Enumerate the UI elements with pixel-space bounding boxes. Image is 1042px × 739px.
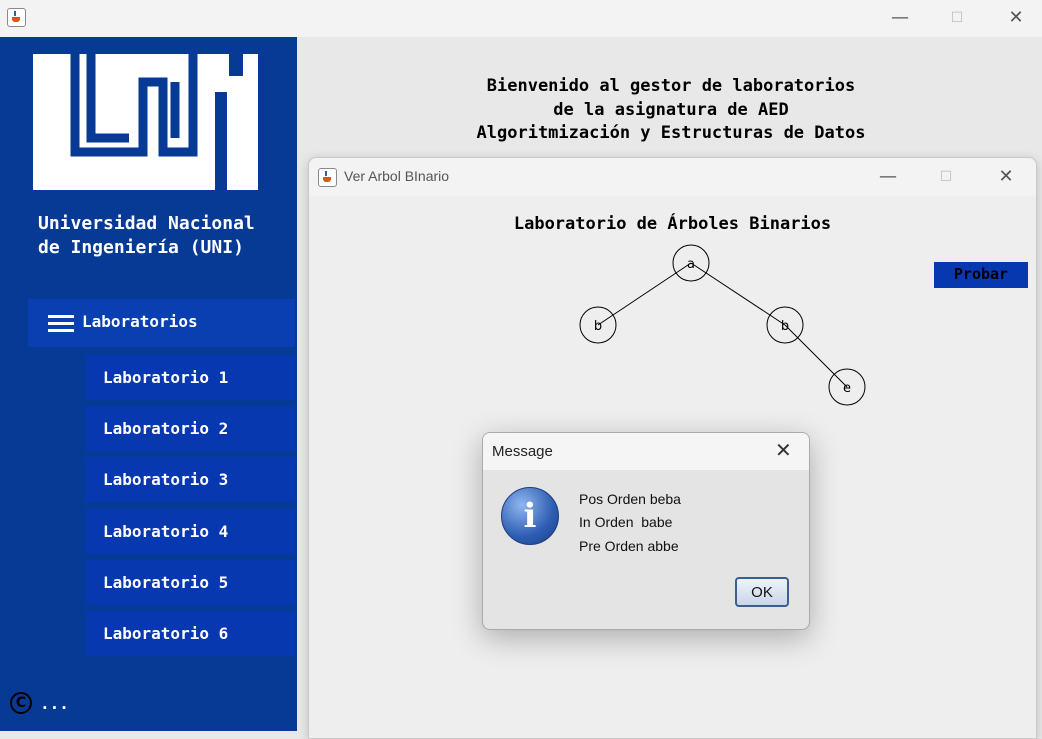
inorder-line: In Orden babe: [579, 514, 673, 530]
sidebar-item-laboratorio-3[interactable]: Laboratorio 3: [85, 457, 295, 502]
sidebar-item-laboratorio-4[interactable]: Laboratorio 4: [85, 509, 295, 554]
copyright-icon: C: [10, 692, 32, 714]
uni-logo-icon: [33, 54, 258, 190]
dialog-close-icon[interactable]: ✕: [775, 438, 792, 462]
uni-logo: [33, 54, 258, 190]
sidebar-item-laboratorio-6[interactable]: Laboratorio 6: [85, 611, 295, 656]
tree-node-label: b: [594, 319, 602, 334]
university-name: Universidad Nacional de Ingeniería (UNI): [38, 213, 255, 258]
tree-node-label: e: [843, 381, 851, 396]
sidebar: Universidad Nacional de Ingeniería (UNI)…: [0, 37, 297, 731]
laboratorios-menu-header[interactable]: Laboratorios: [28, 299, 295, 347]
sidebar-footer: C ...: [10, 692, 69, 714]
main-titlebar: — ☐ ✕: [0, 0, 1042, 37]
info-icon: i: [501, 487, 559, 545]
tree-edge: [784, 324, 848, 388]
welcome-line-1: Bienvenido al gestor de laboratorios: [486, 76, 856, 96]
dialog-title: Message: [492, 443, 553, 460]
menu-header-label: Laboratorios: [82, 312, 198, 331]
ok-button[interactable]: OK: [735, 577, 789, 607]
tree-edge: [597, 262, 692, 326]
message-dialog: Message ✕ i Pos Orden beba In Orden babe…: [482, 432, 810, 630]
java-app-icon: [7, 8, 26, 27]
preorder-line: Pre Orden abbe: [579, 538, 679, 554]
welcome-line-2: de la asignatura de AED: [553, 99, 789, 120]
footer-ellipsis: ...: [40, 693, 69, 713]
welcome-message: Bienvenido al gestor de laboratorios de …: [300, 75, 1042, 146]
tree-node-label: a: [687, 257, 695, 272]
minimize-icon[interactable]: —: [880, 5, 920, 31]
sidebar-item-laboratorio-5[interactable]: Laboratorio 5: [85, 560, 295, 605]
postorder-line: Pos Orden beba: [579, 491, 681, 507]
dialog-titlebar: Message ✕: [483, 433, 809, 470]
tree-edge: [690, 262, 786, 326]
hamburger-menu-icon[interactable]: [48, 315, 74, 333]
sidebar-item-laboratorio-2[interactable]: Laboratorio 2: [85, 406, 295, 451]
maximize-icon[interactable]: ☐: [937, 5, 977, 31]
close-icon[interactable]: ✕: [996, 5, 1036, 31]
welcome-line-3: Algoritmización y Estructuras de Datos: [476, 123, 866, 143]
binary-tree-canvas: a b b e: [579, 244, 866, 406]
tree-node-label: b: [781, 319, 789, 334]
sidebar-item-laboratorio-1[interactable]: Laboratorio 1: [85, 355, 295, 400]
